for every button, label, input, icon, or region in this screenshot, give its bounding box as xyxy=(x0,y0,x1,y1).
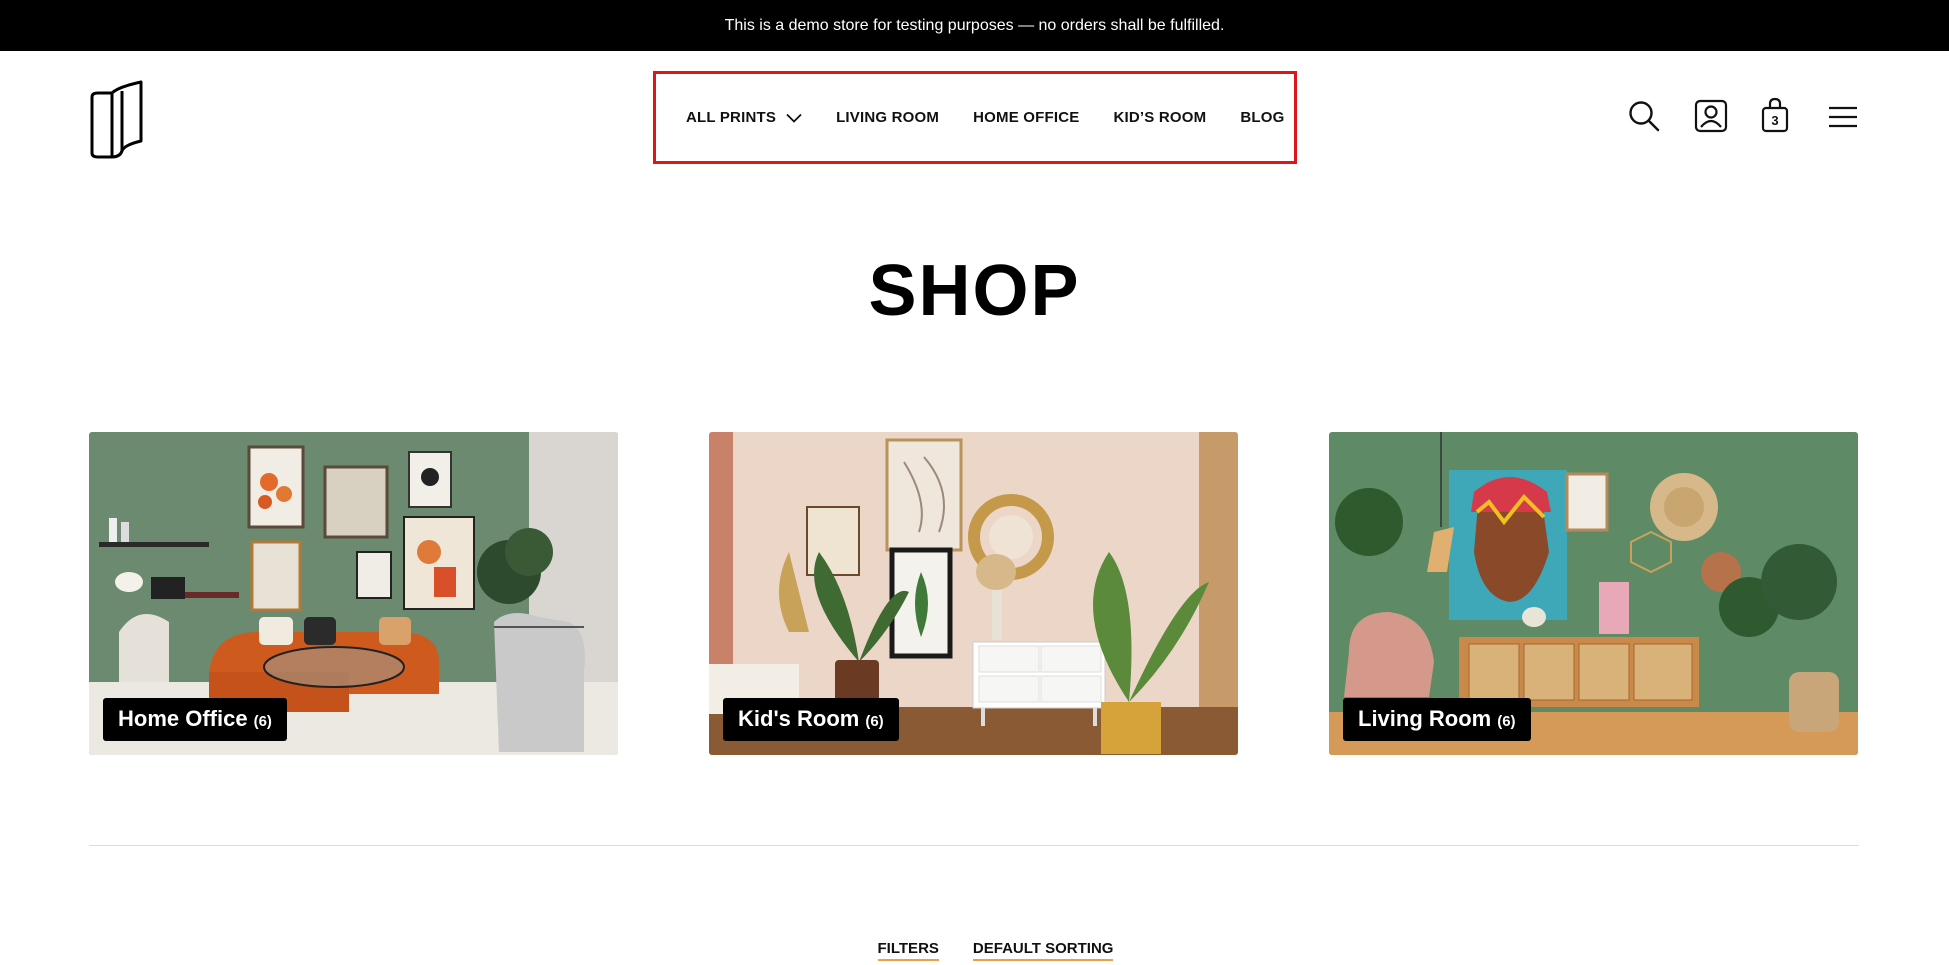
category-card-living-room[interactable]: Living Room (6) xyxy=(1329,432,1858,755)
nav-item-label: KID’S ROOM xyxy=(1113,109,1207,126)
category-label: Home Office (6) xyxy=(103,698,287,741)
category-label: Living Room (6) xyxy=(1343,698,1531,741)
chevron-down-icon xyxy=(786,113,802,123)
cart-button[interactable]: 3 xyxy=(1760,97,1790,133)
nav-item-label: ALL PRINTS xyxy=(686,109,777,126)
category-count: (6) xyxy=(1497,713,1516,730)
nav-item-living-room[interactable]: LIVING ROOM xyxy=(836,109,939,126)
store-logo[interactable] xyxy=(88,79,146,159)
account-icon[interactable] xyxy=(1694,99,1728,133)
filters-button[interactable]: FILTERS xyxy=(877,940,939,961)
main-nav: ALL PRINTS LIVING ROOM HOME OFFICE KID’S… xyxy=(653,71,1297,164)
sorting-dropdown[interactable]: DEFAULT SORTING xyxy=(972,940,1114,961)
shop-controls: FILTERS DEFAULT SORTING xyxy=(0,940,1949,961)
nav-item-blog[interactable]: BLOG xyxy=(1240,109,1284,126)
nav-item-label: HOME OFFICE xyxy=(973,109,1080,126)
page-title: SHOP xyxy=(868,251,1081,331)
category-name: Home Office xyxy=(118,706,248,731)
nav-item-all-prints[interactable]: ALL PRINTS xyxy=(686,109,802,126)
category-count: (6) xyxy=(253,713,272,730)
category-name: Kid's Room xyxy=(738,706,860,731)
category-label: Kid's Room (6) xyxy=(723,698,899,741)
site-header: ALL PRINTS LIVING ROOM HOME OFFICE KID’S… xyxy=(0,51,1949,187)
nav-item-label: LIVING ROOM xyxy=(836,109,940,126)
category-count: (6) xyxy=(865,713,884,730)
hamburger-menu-icon[interactable] xyxy=(1829,106,1857,128)
nav-item-label: BLOG xyxy=(1240,109,1285,126)
nav-item-kids-room[interactable]: KID’S ROOM xyxy=(1113,109,1206,126)
search-icon[interactable] xyxy=(1628,100,1660,132)
category-card-kids-room[interactable]: Kid's Room (6) xyxy=(709,432,1238,755)
announcement-text: This is a demo store for testing purpose… xyxy=(724,16,1225,34)
category-card-home-office[interactable]: Home Office (6) xyxy=(89,432,618,755)
cart-count: 3 xyxy=(1771,113,1779,128)
nav-item-home-office[interactable]: HOME OFFICE xyxy=(973,109,1079,126)
section-divider xyxy=(89,845,1859,846)
announcement-bar: This is a demo store for testing purpose… xyxy=(0,0,1949,51)
category-name: Living Room xyxy=(1358,706,1492,731)
